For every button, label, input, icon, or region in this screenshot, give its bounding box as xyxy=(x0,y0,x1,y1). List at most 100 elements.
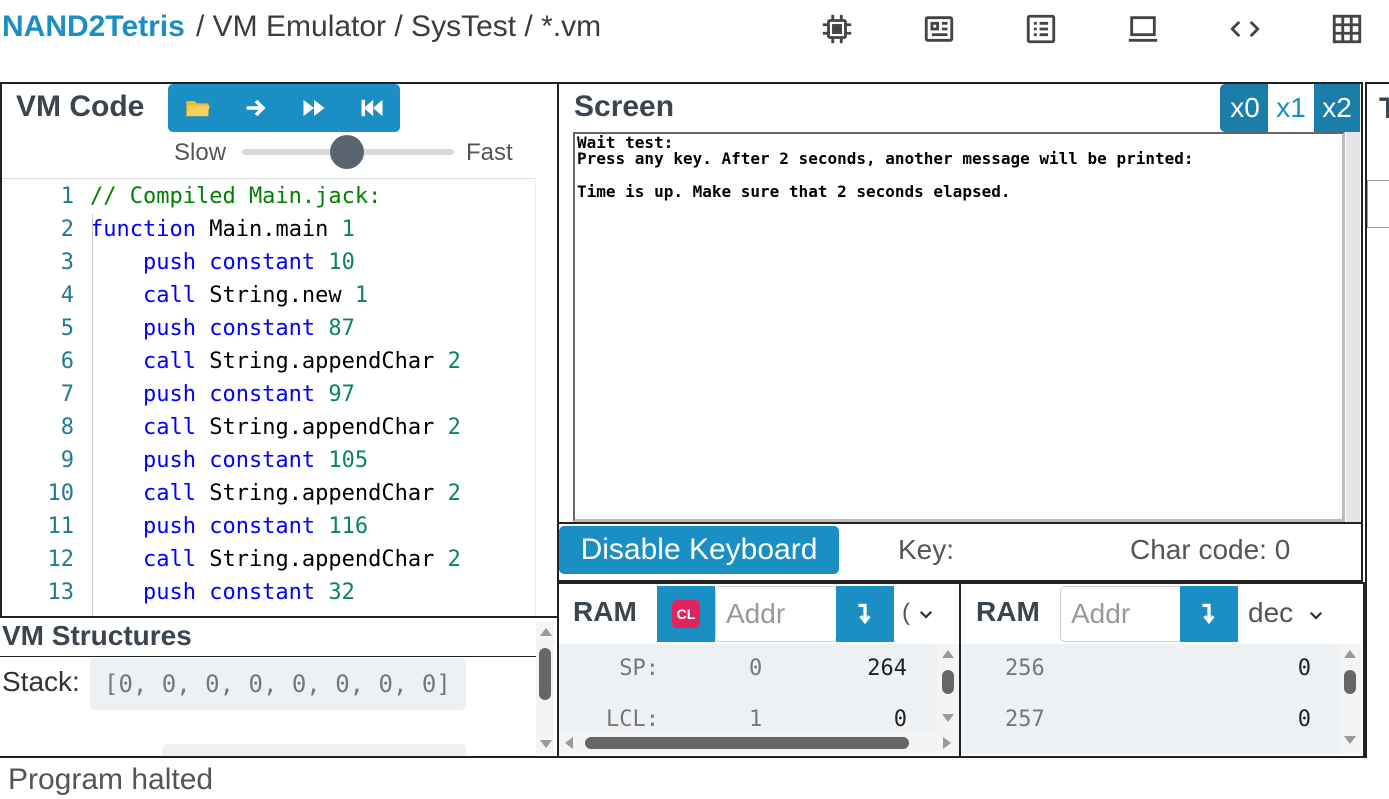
code-token: call xyxy=(90,415,210,440)
code-line[interactable]: 1 // Compiled Main.jack: xyxy=(2,180,555,213)
code-token: call xyxy=(90,547,210,572)
disable-keyboard-button[interactable]: Disable Keyboard xyxy=(559,526,839,574)
ram-left-hscroll[interactable] xyxy=(559,732,959,754)
jump-address-button[interactable] xyxy=(1180,586,1238,642)
code-line[interactable]: 12 call String.appendChar 2 xyxy=(2,543,555,576)
scroll-thumb[interactable] xyxy=(942,670,954,694)
zoom-x1-button[interactable]: x1 xyxy=(1268,84,1314,132)
ram-address-input[interactable]: Addr xyxy=(1060,586,1182,642)
code-text: call String.appendChar 2 xyxy=(90,411,461,444)
line-number: 11 xyxy=(47,514,75,539)
clear-ram-button[interactable]: CL xyxy=(657,586,715,642)
structures-scrollbar[interactable] xyxy=(536,622,554,754)
code-text: push constant 32 xyxy=(90,576,355,609)
code-line[interactable]: 3 push constant 10 xyxy=(2,246,555,279)
code-line[interactable]: 6 call String.appendChar 2 xyxy=(2,345,555,378)
format-select[interactable]: dec xyxy=(1240,586,1360,642)
list-icon[interactable] xyxy=(1024,12,1058,46)
zoom-x2-button[interactable]: x2 xyxy=(1314,84,1360,132)
scroll-thumb[interactable] xyxy=(585,737,909,749)
scroll-thumb[interactable] xyxy=(1344,670,1356,694)
zoom-x0-button[interactable]: x0 xyxy=(1222,84,1268,132)
test-input-cropped[interactable] xyxy=(1367,180,1389,228)
format-value: ( xyxy=(902,599,910,626)
code-token: 1 xyxy=(341,217,355,242)
code-token: 87 xyxy=(328,316,355,341)
code-line[interactable]: 8 call String.appendChar 2 xyxy=(2,411,555,444)
code-token: 10 xyxy=(328,250,355,275)
code-token: 2 xyxy=(447,415,461,440)
screen-line: Time is up. Make sure that 2 seconds ela… xyxy=(577,182,1011,201)
code-line[interactable]: 10 call String.appendChar 2 xyxy=(2,477,555,510)
code-token: 1 xyxy=(354,283,369,308)
chevron-down-icon xyxy=(1309,611,1322,620)
ram-address: 257 xyxy=(1005,707,1045,732)
code-token: 32 xyxy=(328,580,355,605)
reset-button[interactable] xyxy=(346,84,398,132)
ram-address-input[interactable]: Addr xyxy=(715,586,837,642)
vm-structures-title: VM Structures xyxy=(2,620,192,651)
open-folder-button[interactable] xyxy=(172,84,224,132)
code-token: call xyxy=(90,283,210,308)
ram-address: 1 xyxy=(749,707,763,732)
code-text: call String.appendChar 2 xyxy=(90,345,461,378)
register-label: SP: xyxy=(619,656,659,681)
screen-display[interactable]: Wait test: Press any key. After 2 second… xyxy=(573,132,1345,522)
code-line[interactable]: 5 push constant 87 xyxy=(2,312,555,345)
code-token: push constant xyxy=(90,580,329,605)
code-editor[interactable]: 1 // Compiled Main.jack: 2 function Main.ma… xyxy=(2,178,555,616)
speed-slow-label: Slow xyxy=(174,139,227,166)
code-line[interactable]: 11 push constant 116 xyxy=(2,510,555,543)
code-token: String.new xyxy=(209,283,355,308)
code-token: String.appendChar xyxy=(209,415,448,440)
line-number: 8 xyxy=(60,415,74,440)
laptop-icon[interactable] xyxy=(1126,12,1160,46)
code-token: call xyxy=(90,481,210,506)
ram-value[interactable]: 0 xyxy=(1241,644,1311,694)
ram-left-vscroll[interactable] xyxy=(937,644,959,732)
code-icon[interactable] xyxy=(1228,12,1262,46)
code-line[interactable]: 13 push constant 32 xyxy=(2,576,555,609)
ram-address: 256 xyxy=(1005,656,1045,681)
ram-value[interactable]: 0 xyxy=(1241,695,1311,745)
code-token: String.appendChar xyxy=(209,481,448,506)
code-text: call String.new 1 xyxy=(90,279,368,312)
screen-scrollbar[interactable] xyxy=(1346,132,1360,522)
code-text: push constant 105 xyxy=(90,444,368,477)
breadcrumb: / VM Emulator / SysTest / *.vm xyxy=(196,10,602,43)
clear-icon: CL xyxy=(672,600,700,628)
jump-address-button[interactable] xyxy=(836,586,894,642)
code-text: call String.appendChar 2 xyxy=(90,477,461,510)
divider xyxy=(557,522,1363,524)
code-text: push constant 87 xyxy=(90,312,355,345)
brand-link[interactable]: NAND2Tetris xyxy=(2,10,185,44)
code-token: push constant xyxy=(90,448,329,473)
ram-value[interactable]: 264 xyxy=(839,644,907,694)
code-scrollbar[interactable] xyxy=(535,178,555,616)
step-button[interactable] xyxy=(230,84,282,132)
code-token: function xyxy=(90,217,210,242)
ram-title: RAM xyxy=(573,596,637,627)
format-select[interactable]: ( xyxy=(896,586,956,642)
grid-icon[interactable] xyxy=(1330,12,1364,46)
ram-right-vscroll[interactable] xyxy=(1339,644,1361,754)
run-button[interactable] xyxy=(288,84,340,132)
ram-value[interactable]: 0 xyxy=(839,695,907,732)
line-number: 3 xyxy=(60,250,74,275)
scroll-thumb[interactable] xyxy=(539,648,551,700)
screen-title: Screen xyxy=(574,90,675,123)
code-line[interactable]: 2 function Main.main 1 xyxy=(2,213,555,246)
chip-icon[interactable] xyxy=(820,12,854,46)
line-number: 2 xyxy=(60,217,74,242)
register-label: LCL: xyxy=(606,707,659,732)
test-panel-edge: T xyxy=(1365,82,1389,758)
code-token: String.appendChar xyxy=(209,349,448,374)
code-token: Main.main xyxy=(209,217,342,242)
code-line[interactable]: 9 push constant 105 xyxy=(2,444,555,477)
code-line[interactable]: 7 push constant 97 xyxy=(2,378,555,411)
speed-slider-handle[interactable] xyxy=(330,135,364,169)
cpu-board-icon[interactable] xyxy=(922,12,956,46)
chevron-down-icon xyxy=(919,610,932,619)
code-line[interactable]: 4 call String.new 1 xyxy=(2,279,555,312)
code-token: 2 xyxy=(447,349,461,374)
